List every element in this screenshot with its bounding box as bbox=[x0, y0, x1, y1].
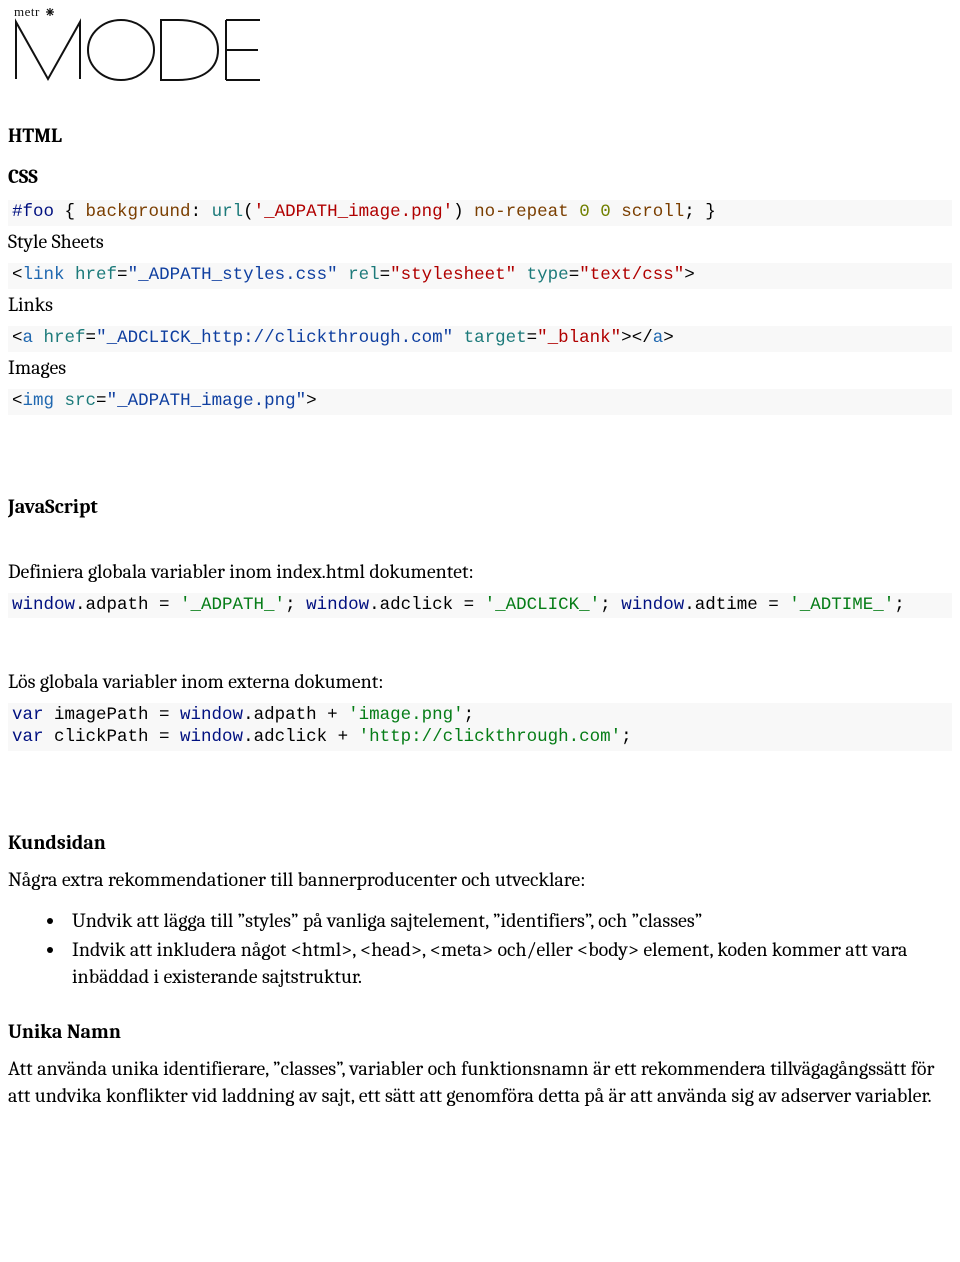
code-js-resolve: var imagePath = window.adpath + 'image.p… bbox=[8, 703, 952, 751]
js-resolve-caption: Lös globala variabler inom externa dokum… bbox=[8, 668, 952, 695]
code-link-tag: <link href="_ADPATH_styles.css" rel="sty… bbox=[8, 263, 952, 289]
subcap-links: Links bbox=[8, 291, 952, 318]
subcap-style-sheets: Style Sheets bbox=[8, 228, 952, 255]
brand-logo: metr bbox=[8, 4, 952, 82]
code-img-tag: <img src="_ADPATH_image.png"> bbox=[8, 389, 952, 415]
subcap-images: Images bbox=[8, 354, 952, 381]
kundsidan-bullets: Undvik att lägga till ”styles” på vanlig… bbox=[66, 907, 952, 990]
heading-javascript: JavaScript bbox=[8, 493, 952, 520]
list-item: Indvik att inkludera något <html>, <head… bbox=[66, 936, 952, 990]
heading-kundsidan: Kundsidan bbox=[8, 829, 952, 856]
heading-unika-namn: Unika Namn bbox=[8, 1018, 952, 1045]
code-js-globals: window.adpath = '_ADPATH_'; window.adcli… bbox=[8, 593, 952, 619]
heading-css: CSS bbox=[8, 163, 952, 190]
code-a-tag: <a href="_ADCLICK_http://clickthrough.co… bbox=[8, 326, 952, 352]
mode-logo-svg: metr bbox=[8, 4, 260, 82]
heading-html: HTML bbox=[8, 122, 952, 149]
svg-text:metr: metr bbox=[14, 4, 40, 19]
unika-paragraph: Att använda unika identifierare, ”classe… bbox=[8, 1055, 952, 1109]
list-item: Undvik att lägga till ”styles” på vanlig… bbox=[66, 907, 952, 934]
code-css-foo: #foo { background: url('_ADPATH_image.pn… bbox=[8, 200, 952, 226]
js-define-caption: Definiera globala variabler inom index.h… bbox=[8, 558, 952, 585]
kundsidan-intro: Några extra rekommendationer till banner… bbox=[8, 866, 952, 893]
